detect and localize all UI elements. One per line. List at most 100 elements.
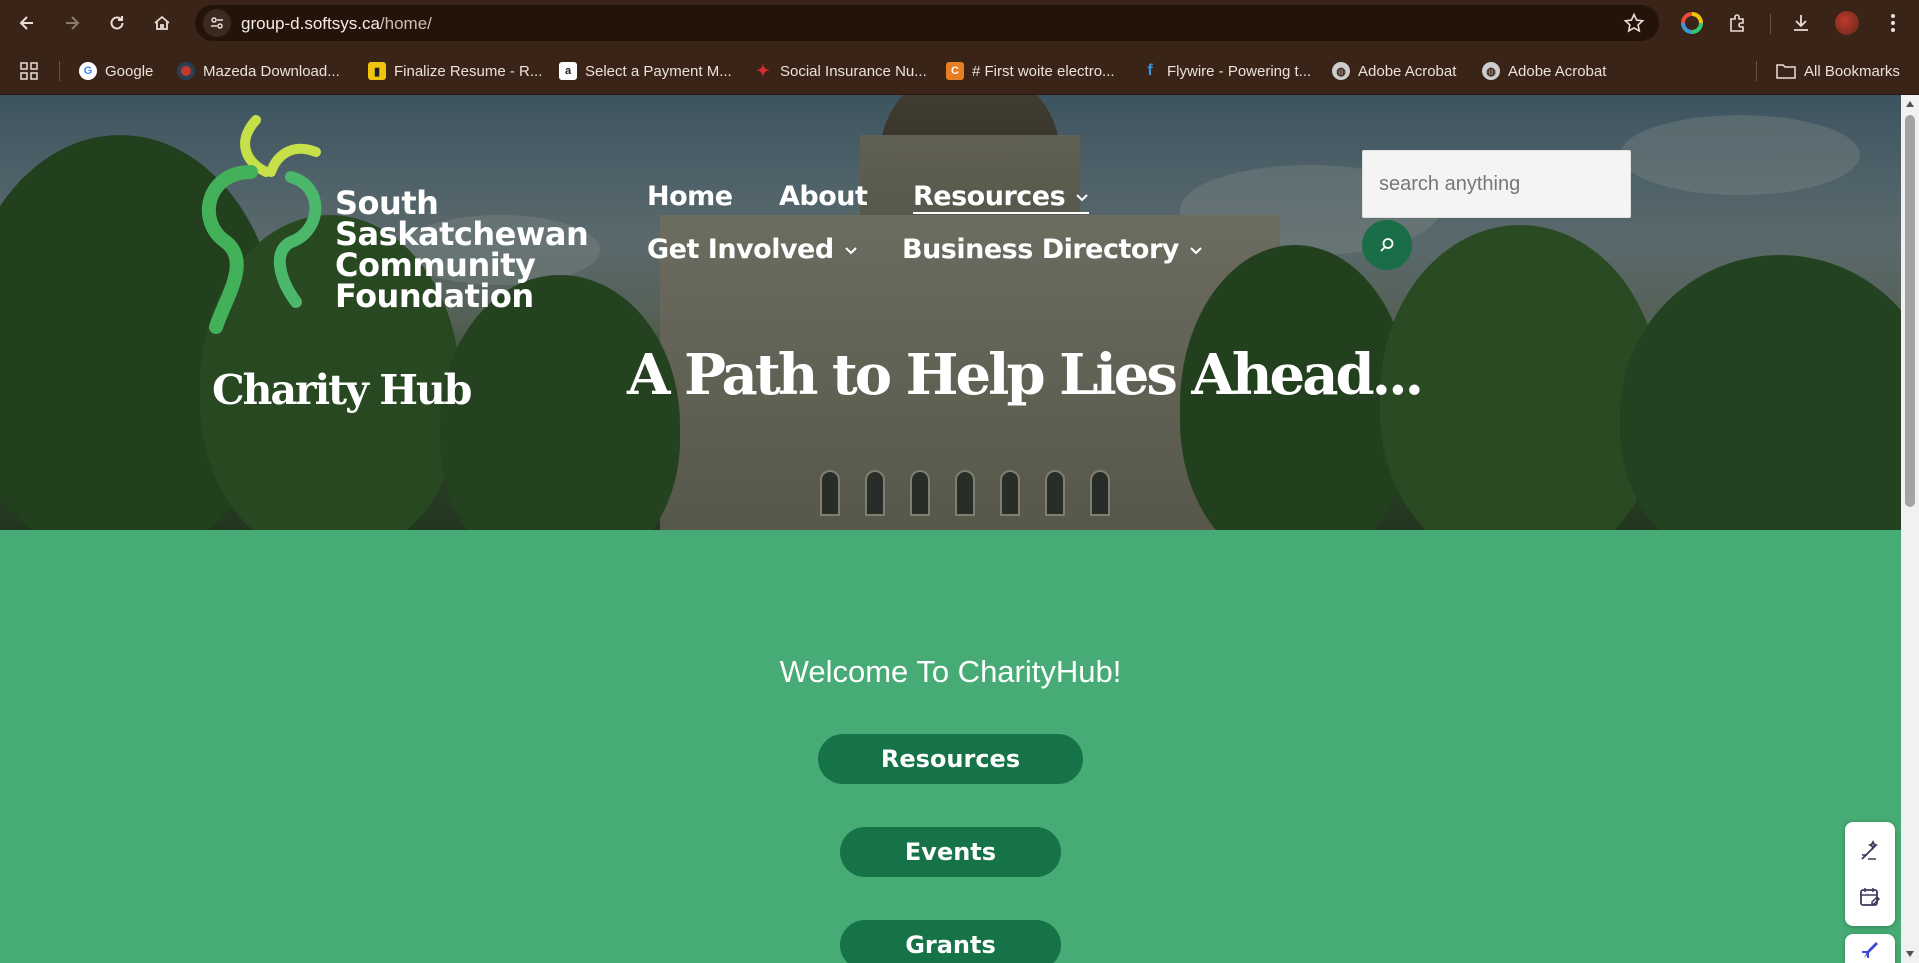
bookmark-item[interactable]: Mazeda Download... [177,59,340,83]
all-bookmarks-button[interactable]: All Bookmarks [1776,59,1900,83]
all-bookmarks-label: All Bookmarks [1804,62,1900,80]
page-scrollbar[interactable] [1901,95,1919,963]
bookmark-label: Google [105,62,154,80]
url-path: /home/ [379,14,432,33]
search-button[interactable] [1362,220,1412,270]
amazon-icon: a [559,62,577,80]
grants-button-label: Grants [905,931,996,959]
bookmark-item[interactable]: ◍ Adobe Acrobat [1482,59,1606,83]
browser-toolbar: group-d.softsys.ca/home/ [0,0,1919,47]
nav-get-involved-label: Get Involved [647,234,834,265]
download-icon [1794,15,1808,31]
chevron-down-icon [1076,193,1088,201]
floating-toolbar [1845,822,1895,926]
browser-menu-button[interactable] [1880,10,1906,36]
avatar [1835,11,1859,35]
welcome-heading: Welcome To CharityHub! [779,654,1122,689]
forward-arrow-icon [66,16,80,30]
bookmark-label: Adobe Acrobat [1508,62,1607,80]
site-info-button[interactable] [203,9,231,37]
scroll-up-arrow-icon[interactable] [1905,99,1915,109]
toolbar-divider [1770,14,1771,34]
profile-avatar[interactable] [1834,10,1860,36]
bookmark-item[interactable]: ✦ Social Insurance Nu... [754,59,927,83]
resources-button-label: Resources [880,745,1021,773]
extensions-button[interactable] [1725,10,1751,36]
calendar-edit-icon[interactable] [1858,885,1882,909]
resume-icon: ▮ [368,62,386,80]
downloads-button[interactable] [1788,10,1814,36]
grants-button[interactable]: Grants [840,920,1061,963]
tune-icon [211,17,223,29]
nav-get-involved[interactable]: Get Involved [647,234,858,265]
bookmarks-divider [1756,61,1757,81]
search-input[interactable] [1362,150,1631,218]
back-button[interactable] [13,9,41,37]
reload-button[interactable] [103,9,131,37]
bookmark-item[interactable]: C # First woite electro... [946,59,1115,83]
bookmark-label: Mazeda Download... [203,62,340,80]
nav-resources[interactable]: Resources [913,181,1090,214]
bookmark-item[interactable]: a Select a Payment M... [559,59,732,83]
floating-action-button[interactable] [1845,934,1895,963]
apps-grid-icon [20,62,38,80]
c-icon: C [946,62,964,80]
nav-about-label: About [779,181,868,212]
url-host: group-d.softsys.ca [241,14,380,33]
nav-resources-label: Resources [913,181,1066,212]
color-wheel-extension[interactable] [1679,10,1705,36]
bookmark-label: # First woite electro... [972,62,1115,80]
bookmark-label: Flywire - Powering t... [1167,62,1312,80]
magic-edit-icon[interactable] [1858,839,1882,863]
nav-about[interactable]: About [779,181,868,212]
bookmarks-divider [59,61,60,81]
bookmark-item[interactable]: G Google [79,59,153,83]
resources-button[interactable]: Resources [818,734,1083,784]
foundation-logo-icon[interactable] [196,112,336,337]
bookmark-item[interactable]: ▮ Finalize Resume - R... [368,59,542,83]
forward-button[interactable] [58,9,86,37]
puzzle-icon [1730,14,1744,32]
nav-home[interactable]: Home [647,181,733,212]
apps-button[interactable] [20,59,38,83]
site-title[interactable]: Charity Hub [212,366,472,414]
nav-home-label: Home [647,181,733,212]
events-button[interactable]: Events [840,827,1061,877]
flywire-icon: f [1147,62,1153,79]
reload-icon [110,16,124,30]
bookmarks-bar: G Google Mazeda Download... ▮ Finalize R… [0,47,1919,95]
search-icon [1380,238,1394,252]
chevron-down-icon [1190,246,1202,254]
google-icon: G [79,62,97,80]
bookmark-label: Finalize Resume - R... [394,62,543,80]
home-button[interactable] [148,9,176,37]
globe-icon: ◍ [1332,62,1350,80]
main-section: Welcome To CharityHub! Resources Events … [0,530,1901,963]
hero-tagline: A Path to Help Lies Ahead... [627,342,1424,408]
bookmark-label: Adobe Acrobat [1358,62,1457,80]
address-bar[interactable]: group-d.softsys.ca/home/ [195,5,1659,41]
bookmark-item[interactable]: ◍ Adobe Acrobat [1332,59,1456,83]
rocket-icon [1862,941,1878,958]
nav-business-directory-label: Business Directory [902,234,1179,265]
kebab-menu-icon [1891,14,1895,32]
mazeda-icon [177,62,195,80]
bookmark-item[interactable]: f Flywire - Powering t... [1141,59,1311,83]
color-wheel-icon [1681,12,1703,34]
foundation-name[interactable]: South Saskatchewan Community Foundation [335,187,589,315]
chevron-down-icon [844,246,857,254]
nav-business-directory[interactable]: Business Directory [902,234,1203,265]
url-text: group-d.softsys.ca/home/ [241,14,432,34]
foundation-name-line: Foundation [335,277,534,315]
back-arrow-icon [19,16,33,30]
scrollbar-thumb[interactable] [1905,115,1915,507]
bookmark-star-icon[interactable] [1623,12,1645,34]
bookmark-label: Select a Payment M... [585,62,732,80]
globe-icon: ◍ [1482,62,1500,80]
events-button-label: Events [904,838,997,866]
home-icon [154,15,170,30]
maple-leaf-icon: ✦ [756,63,770,80]
bookmark-label: Social Insurance Nu... [780,62,927,80]
scroll-down-arrow-icon[interactable] [1905,949,1915,959]
folder-icon [1776,64,1796,79]
